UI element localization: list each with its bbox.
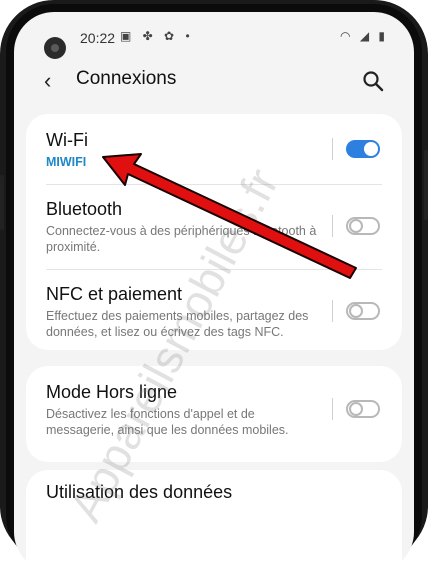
page-title: Connexions <box>76 68 177 89</box>
toggle-knob <box>349 402 363 416</box>
item-divider <box>332 300 333 322</box>
app-bar: ‹ Connexions <box>14 64 414 104</box>
power-button <box>424 150 428 220</box>
nfc-title: NFC et paiement <box>46 284 183 304</box>
wifi-item[interactable]: Wi-Fi MIWIFI <box>26 114 402 184</box>
front-camera <box>44 37 66 59</box>
data-usage-item[interactable]: Utilisation des données <box>26 470 402 530</box>
airplane-card: Mode Hors ligne Désactivez les fonctions… <box>26 366 402 462</box>
item-divider <box>332 138 333 160</box>
airplane-mode-description: Désactivez les fonctions d'appel et de m… <box>46 407 289 437</box>
airplane-mode-title: Mode Hors ligne <box>46 382 178 402</box>
toggle-knob <box>349 304 363 318</box>
signal-icons: ◠ ◢ ▮ <box>340 29 388 43</box>
search-icon[interactable] <box>362 70 384 92</box>
bluetooth-toggle[interactable] <box>346 217 380 235</box>
nfc-item[interactable]: NFC et paiement Effectuez des paiements … <box>26 270 402 350</box>
item-divider <box>332 398 333 420</box>
wifi-title: Wi-Fi <box>46 130 88 150</box>
wifi-toggle[interactable] <box>346 140 380 158</box>
bluetooth-title: Bluetooth <box>46 199 123 219</box>
connections-card: Wi-Fi MIWIFI Bluetooth Connectez-vous à … <box>26 114 402 350</box>
screen: 20:22 ▣ ✤ ✿ • ◠ ◢ ▮ ‹ Connexions Wi-Fi M… <box>14 12 414 572</box>
back-arrow-icon[interactable]: ‹ <box>44 68 51 94</box>
data-usage-card: Utilisation des données <box>26 470 402 572</box>
status-time: 20:22 <box>80 30 116 46</box>
airplane-mode-item[interactable]: Mode Hors ligne Désactivez les fonctions… <box>26 366 402 462</box>
toggle-knob <box>349 219 363 233</box>
bluetooth-description: Connectez-vous à des périphériques Bluet… <box>46 224 317 254</box>
volume-button <box>0 175 4 230</box>
status-bar: 20:22 ▣ ✤ ✿ • ◠ ◢ ▮ <box>14 12 414 60</box>
wifi-network-name: MIWIFI <box>46 155 87 169</box>
toggle-knob <box>364 142 378 156</box>
item-divider <box>332 215 333 237</box>
nfc-description: Effectuez des paiements mobiles, partage… <box>46 309 309 339</box>
bluetooth-item[interactable]: Bluetooth Connectez-vous à des périphéri… <box>26 185 402 269</box>
nfc-toggle[interactable] <box>346 302 380 320</box>
airplane-mode-toggle[interactable] <box>346 400 380 418</box>
notification-icons: ▣ ✤ ✿ • <box>120 29 194 43</box>
